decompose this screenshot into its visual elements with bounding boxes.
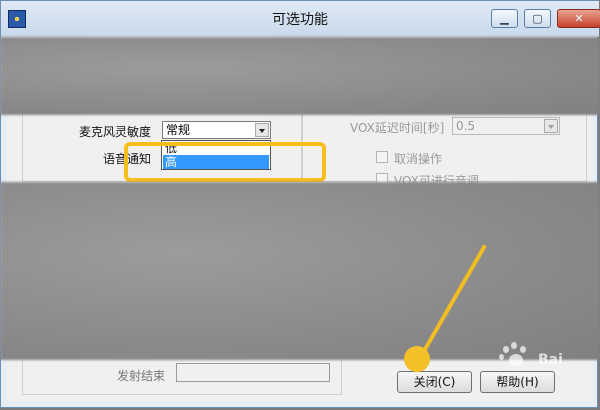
help-button[interactable]: 帮助(H) <box>480 371 555 393</box>
chevron-down-icon[interactable] <box>544 119 558 133</box>
annotation-pointer-dot <box>404 346 430 372</box>
blurred-region-top <box>0 37 600 115</box>
close-icon: ✕ <box>574 12 584 25</box>
maximize-button[interactable]: ▢ <box>524 9 551 28</box>
transmit-end-label: 发射结束 <box>117 369 166 383</box>
cancel-operation-checkbox[interactable] <box>376 151 388 163</box>
watermark-text: Bai <box>538 352 563 368</box>
mic-sensitivity-value: 常规 <box>166 123 191 137</box>
maximize-icon: ▢ <box>532 12 543 25</box>
vox-delay-value: 0.5 <box>456 119 476 133</box>
close-button[interactable]: 关闭(C) <box>397 371 472 393</box>
mic-sensitivity-select[interactable]: 常规 <box>162 121 271 139</box>
mic-sensitivity-label: 麦克风灵敏度 <box>79 125 152 139</box>
chevron-down-icon[interactable] <box>255 123 269 137</box>
vox-delay-select[interactable]: 0.5 <box>452 117 560 135</box>
minimize-button[interactable]: ▁ <box>491 9 518 28</box>
vox-delay-label: VOX延迟时间[秒] <box>350 121 445 135</box>
cancel-operation-label: 取消操作 <box>394 152 443 166</box>
blurred-region-middle <box>0 182 600 360</box>
minimize-icon: ▁ <box>500 12 509 25</box>
highlight-box <box>124 142 326 182</box>
close-window-button[interactable]: ✕ <box>557 9 600 28</box>
titlebar: 可选功能 ▁ ▢ ✕ <box>1 1 600 37</box>
paw-icon <box>497 342 533 372</box>
transmit-end-field[interactable] <box>176 363 330 382</box>
